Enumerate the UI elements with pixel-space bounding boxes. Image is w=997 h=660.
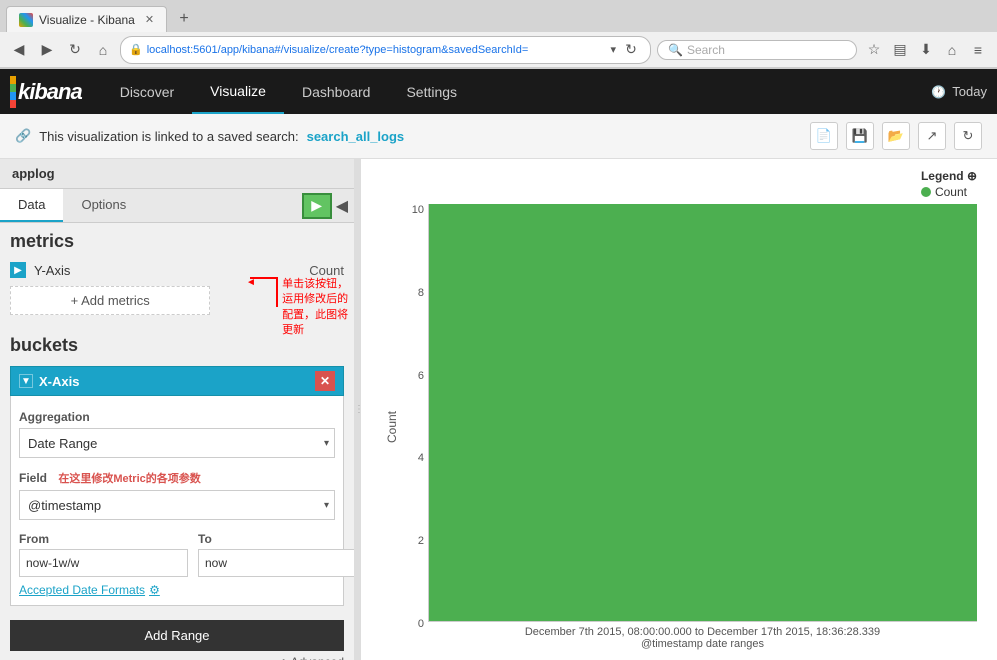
x-axis-header: ▼ X-Axis ✕ [10,366,344,396]
advanced-chevron: ◄ [275,655,287,660]
y-axis-value: Count [309,263,344,278]
add-metrics-btn[interactable]: + Add metrics [10,286,210,315]
bar-chart [428,204,977,622]
tab-options[interactable]: Options [63,189,144,222]
y-axis-item: ▶ Y-Axis Count [10,262,344,278]
hamburger-icon[interactable]: ≡ [967,39,989,61]
metrics-title: metrics [10,231,344,252]
notif-icon: 🔗 [15,128,31,144]
tab-favicon [19,13,33,27]
buckets-title: buckets [10,335,344,356]
x-axis-label: X-Axis [39,374,309,389]
browser-search-box[interactable]: 🔍 Search [657,40,857,60]
applog-header: applog [0,159,354,189]
nav-settings[interactable]: Settings [388,69,475,114]
date-formats-link[interactable]: Accepted Date Formats ⚙ [19,583,335,597]
aggregation-section: Aggregation Date Range ▾ [19,404,335,464]
browser-tab[interactable]: Visualize - Kibana ✕ [6,6,167,32]
legend-box: Legend ⊕ Count [921,169,977,199]
x-axis-title: @timestamp date ranges [428,638,977,650]
advanced-label: Advanced [291,655,344,660]
kibana-navbar: kibana Discover Visualize Dashboard Sett… [0,69,997,114]
y-axis-toggle[interactable]: ▶ [10,262,26,278]
from-input[interactable] [19,549,188,577]
link-icon: ⚙ [149,583,160,597]
chart-and-y: 10 8 6 4 2 0 December 7th 2015, 08:00:00… [403,204,977,650]
chart-area: Legend ⊕ Count Count 10 8 6 4 2 0 [361,159,997,660]
aggregation-select[interactable]: Date Range [19,428,335,458]
menu-icon2[interactable]: ▤ [889,39,911,61]
legend-dot [921,187,931,197]
notification-bar: 🔗 This visualization is linked to a save… [0,114,997,159]
tab-title: Visualize - Kibana [39,13,135,27]
y-axis-numbers: 10 8 6 4 2 0 [403,204,428,650]
to-label: To [198,532,354,546]
nav-links: Discover Visualize Dashboard Settings [102,69,932,114]
from-to-row: From To ✕ [19,532,335,577]
browser-search-placeholder: Search [687,43,725,57]
tab-data[interactable]: Data [0,189,63,222]
aggregation-label: Aggregation [19,410,335,424]
to-input[interactable] [198,549,354,577]
refresh-btn[interactable]: ↻ [64,39,86,61]
x-axis-delete-btn[interactable]: ✕ [315,371,335,391]
new-tab-btn[interactable]: + [171,6,197,32]
field-section: Field 在这里修改Metric的各项参数 @timestamp ▾ [19,464,335,526]
chart-wrapper: Count 10 8 6 4 2 0 December 7th 2015, 08… [381,204,977,650]
back-btn[interactable]: ◀ [8,39,30,61]
y-axis-chart-label: Count [381,204,403,650]
notif-open-icon[interactable]: 📂 [882,122,910,150]
bar-area: December 7th 2015, 08:00:00.000 to Decem… [428,204,977,650]
kibana-wordmark: kibana [18,79,82,105]
applog-name: applog [12,166,55,181]
tab-close-btn[interactable]: ✕ [145,13,154,26]
url-refresh-btn[interactable]: ↻ [620,39,642,61]
url-bar[interactable]: 🔒 localhost:5601/app/kibana#/visualize/c… [120,36,651,64]
notif-refresh-icon[interactable]: ↻ [954,122,982,150]
field-select[interactable]: @timestamp [19,490,335,520]
field-annotation: 在这里修改Metric的各项参数 [58,473,200,485]
nav-discover[interactable]: Discover [102,69,192,114]
legend-title: Legend ⊕ [921,169,977,183]
panel-body: metrics ▶ Y-Axis Count + Add metrics buc… [0,223,354,660]
advanced-link[interactable]: ◄ Advanced [10,651,344,660]
url-text: localhost:5601/app/kibana#/visualize/cre… [147,44,607,56]
field-label: Field 在这里修改Metric的各项参数 [19,470,335,486]
bookmark-icon[interactable]: ☆ [863,39,885,61]
nav-visualize[interactable]: Visualize [192,69,284,114]
notif-share-icon[interactable]: ↗ [918,122,946,150]
kibana-logo: kibana [10,76,82,108]
notif-doc-icon[interactable]: 📄 [810,122,838,150]
legend-item-count: Count [921,185,967,199]
notif-save-icon[interactable]: 💾 [846,122,874,150]
chart-top: Legend ⊕ Count [381,169,977,199]
y-axis-label: Y-Axis [34,263,301,278]
left-panel: applog Data Options ▶ ◀ ◄ 单击该按钮，运用修改后的配置… [0,159,355,660]
histogram-bar [429,204,977,621]
download-icon[interactable]: ⬇ [915,39,937,61]
today-label: Today [952,84,987,99]
main-content: applog Data Options ▶ ◀ ◄ 单击该按钮，运用修改后的配置… [0,159,997,660]
apply-button[interactable]: ▶ [302,193,332,219]
notif-search-link[interactable]: search_all_logs [307,129,405,144]
from-label: From [19,532,188,546]
x-axis-desc: December 7th 2015, 08:00:00.000 to Decem… [428,622,977,638]
add-range-btn[interactable]: Add Range [10,620,344,651]
home-icon2[interactable]: ⌂ [941,39,963,61]
nav-right: 🕐 Today [931,84,987,99]
home-btn[interactable]: ⌂ [92,39,114,61]
pin-icon[interactable]: ◀ [336,196,348,216]
x-axis-toggle[interactable]: ▼ [19,374,33,388]
forward-btn[interactable]: ▶ [36,39,58,61]
notif-text: This visualization is linked to a saved … [39,129,298,144]
nav-dashboard[interactable]: Dashboard [284,69,389,114]
